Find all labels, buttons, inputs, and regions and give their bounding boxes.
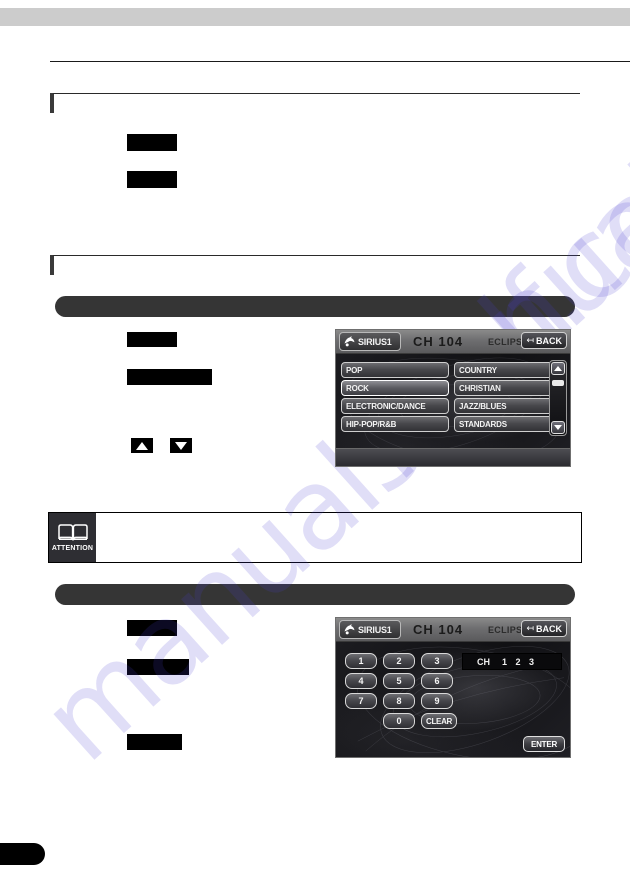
keypad-key-4[interactable]: 4 [345, 673, 377, 689]
enter-button[interactable]: ENTER [523, 736, 565, 752]
key-label: 6 [434, 676, 440, 686]
redacted-text-block [127, 369, 212, 385]
subsection-bar-1 [55, 296, 575, 317]
triangle-up-glyph [554, 366, 562, 371]
page-top-band [0, 8, 630, 26]
back-arrow-icon: ↤ [526, 623, 534, 633]
category-list-screen: SIRIUS1 CH 104 ECLIPSE4 ↤ BACK POP ROCK … [335, 329, 571, 467]
key-label: 7 [358, 696, 364, 706]
triangle-down-glyph [175, 441, 187, 450]
keypad-key-8[interactable]: 8 [383, 693, 415, 709]
scroll-up-icon [131, 438, 153, 453]
channel-number: CH 104 [413, 334, 464, 349]
category-label: JAZZ/BLUES [459, 401, 507, 411]
keypad-key-3[interactable]: 3 [421, 653, 453, 669]
category-button-country[interactable]: COUNTRY [454, 362, 562, 378]
section-heading-rule [53, 93, 580, 94]
screen-body: POP ROCK ELECTRONIC/DANCE HIP-POP/R&B CO… [336, 354, 570, 466]
category-button-jazz-blues[interactable]: JAZZ/BLUES [454, 398, 562, 414]
back-button[interactable]: ↤ BACK [521, 332, 567, 349]
scroll-down-icon [170, 438, 192, 453]
redacted-text-block [127, 734, 182, 750]
back-arrow-icon: ↤ [526, 335, 534, 345]
category-label: CHRISTIAN [459, 383, 501, 393]
manual-page: ATTENTION SIRIUS1 CH 104 ECLIPSE4 ↤ BACK… [0, 0, 630, 893]
sirius-source-label: SIRIUS1 [358, 336, 392, 347]
page-number-tab [0, 843, 45, 865]
back-button[interactable]: ↤ BACK [521, 620, 567, 637]
channel-entry-value: 1 2 3 [502, 656, 538, 667]
keypad-key-5[interactable]: 5 [383, 673, 415, 689]
attention-tab: ATTENTION [49, 513, 96, 562]
keypad-key-9[interactable]: 9 [421, 693, 453, 709]
redacted-text-block [127, 134, 177, 151]
category-button-standards[interactable]: STANDARDS [454, 416, 562, 432]
open-book-icon [57, 523, 88, 541]
attention-note: ATTENTION [48, 512, 582, 563]
channel-entry-display: CH 1 2 3 [462, 653, 562, 670]
attention-label: ATTENTION [51, 544, 94, 552]
key-label: 0 [396, 716, 402, 726]
section-heading-rule [53, 255, 580, 256]
scroll-up-icon[interactable] [551, 362, 565, 375]
category-button-rock[interactable]: ROCK [341, 380, 449, 396]
channel-keypad-screen: SIRIUS1 CH 104 ECLIPSE4 ↤ BACK 1 2 3 4 5… [335, 617, 571, 758]
sirius-source-label: SIRIUS1 [358, 624, 392, 635]
category-label: ROCK [346, 383, 369, 393]
keypad-key-6[interactable]: 6 [421, 673, 453, 689]
key-label: 3 [434, 656, 440, 666]
keypad-key-2[interactable]: 2 [383, 653, 415, 669]
keypad-key-7[interactable]: 7 [345, 693, 377, 709]
key-label: CLEAR [425, 716, 453, 726]
category-button-hip-pop-rnb[interactable]: HIP-POP/R&B [341, 416, 449, 432]
keypad-key-0[interactable]: 0 [383, 713, 415, 729]
scroll-down-icon[interactable] [551, 421, 565, 434]
key-label: 2 [396, 656, 402, 666]
channel-entry-prefix: CH [477, 656, 490, 667]
keypad-key-clear[interactable]: CLEAR [421, 713, 457, 729]
redacted-text-block [127, 171, 177, 188]
scrollbar-thumb[interactable] [552, 380, 564, 386]
category-label: ELECTRONIC/DANCE [346, 401, 426, 411]
screen-footer-strip [336, 448, 570, 466]
section-heading-tick [50, 255, 54, 275]
category-label: HIP-POP/R&B [346, 419, 397, 429]
category-label: POP [346, 365, 363, 375]
key-label: 5 [396, 676, 402, 686]
category-label: STANDARDS [459, 419, 507, 429]
enter-button-label: ENTER [530, 739, 558, 749]
sirius-source-button[interactable]: SIRIUS1 [339, 332, 401, 351]
page-top-rule [50, 61, 630, 62]
key-label: 9 [434, 696, 440, 706]
section-heading-tick [50, 93, 54, 113]
triangle-up-glyph [136, 441, 148, 450]
sirius-dog-icon [342, 623, 356, 637]
screen-header: SIRIUS1 CH 104 ECLIPSE4 ↤ BACK [336, 618, 570, 642]
subsection-bar-2 [55, 584, 575, 605]
category-button-electronic-dance[interactable]: ELECTRONIC/DANCE [341, 398, 449, 414]
screen-body: 1 2 3 4 5 6 7 8 9 0 CLEAR CH 1 2 3 ENTER [336, 642, 570, 757]
keypad-key-1[interactable]: 1 [345, 653, 377, 669]
triangle-down-glyph [554, 425, 562, 430]
sirius-dog-icon [342, 335, 356, 349]
category-label: COUNTRY [459, 365, 497, 375]
key-label: 4 [358, 676, 364, 686]
category-button-christian[interactable]: CHRISTIAN [454, 380, 562, 396]
key-label: 1 [358, 656, 364, 666]
sirius-source-button[interactable]: SIRIUS1 [339, 620, 401, 639]
key-label: 8 [396, 696, 402, 706]
redacted-text-block [127, 332, 177, 347]
list-scrollbar[interactable] [549, 360, 567, 436]
redacted-text-block [127, 620, 177, 636]
back-button-label: BACK [536, 623, 562, 634]
screen-header: SIRIUS1 CH 104 ECLIPSE4 ↤ BACK [336, 330, 570, 354]
channel-number: CH 104 [413, 622, 464, 637]
category-button-pop[interactable]: POP [341, 362, 449, 378]
redacted-text-block [127, 659, 189, 675]
back-button-label: BACK [536, 335, 562, 346]
